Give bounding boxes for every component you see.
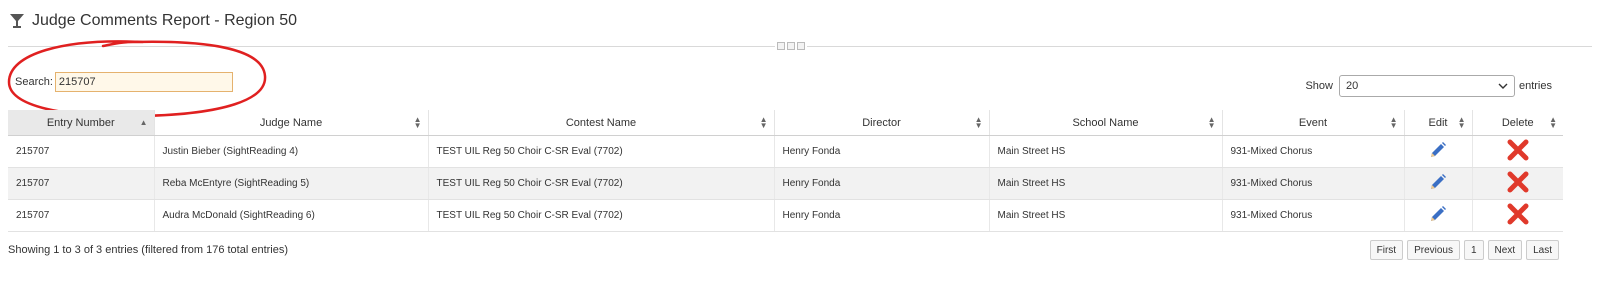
cell-edit [1403,135,1472,168]
cell-edit [1403,199,1472,232]
cell-event: 931-Mixed Chorus [1221,167,1404,200]
cell-delete [1471,167,1563,200]
column-header-delete[interactable]: Delete ▲ ▼ [1471,110,1563,136]
cell-delete [1471,199,1563,232]
table-row: 215707 Reba McEntyre (SightReading 5) TE… [8,167,1563,200]
sort-icon: ▲ ▼ [1207,114,1216,130]
cell-school-name: Main Street HS [988,167,1222,200]
judge-comments-table: Entry Number ▲ Judge Name ▲ ▼ Contest Name ▲… [8,110,1563,232]
delete-x-icon[interactable] [1507,139,1529,161]
table-info: Showing 1 to 3 of 3 entries (filtered fr… [8,244,289,256]
cell-entry-number: 215707 [8,199,154,232]
sort-icon: ▲ ▼ [413,114,422,130]
sort-icon: ▲ ▼ [974,114,983,130]
resize-grip[interactable] [775,41,807,50]
trophy-icon [10,14,24,28]
entries-length-control: Show 20 entries [1305,75,1552,97]
cell-director: Henry Fonda [773,167,989,200]
chevron-down-icon [1498,83,1508,89]
last-page-button[interactable]: Last [1526,240,1559,260]
entries-select[interactable]: 20 [1338,75,1515,97]
table-row: 215707 Justin Bieber (SightReading 4) TE… [8,135,1563,168]
delete-x-icon[interactable] [1507,171,1529,193]
cell-school-name: Main Street HS [988,199,1222,232]
cell-director: Henry Fonda [773,199,989,232]
pagination: First Previous 1 Next Last [1369,240,1559,260]
cell-entry-number: 215707 [8,167,154,200]
search-input[interactable] [54,72,233,92]
cell-director: Henry Fonda [773,135,989,168]
table-row: 215707 Audra McDonald (SightReading 6) T… [8,199,1563,232]
column-header-judge-name[interactable]: Judge Name ▲ ▼ [153,110,428,136]
first-page-button[interactable]: First [1369,240,1404,260]
column-header-contest-name[interactable]: Contest Name ▲ ▼ [427,110,774,136]
delete-x-icon[interactable] [1507,203,1529,225]
cell-judge-name: Audra McDonald (SightReading 6) [153,199,428,232]
sort-icon: ▲ ▼ [1549,114,1557,130]
sort-icon: ▲ ▼ [1457,114,1466,130]
page-title: Judge Comments Report - Region 50 [32,12,298,29]
cell-contest-name: TEST UIL Reg 50 Choir C-SR Eval (7702) [427,167,774,200]
pencil-icon[interactable] [1428,172,1448,192]
pencil-icon[interactable] [1428,204,1448,224]
sort-icon: ▲ ▼ [1389,114,1398,130]
pencil-icon[interactable] [1428,140,1448,160]
column-header-edit[interactable]: Edit ▲ ▼ [1403,110,1472,136]
page-1-button[interactable]: 1 [1463,240,1484,260]
cell-entry-number: 215707 [8,135,154,168]
table-header-row: Entry Number ▲ Judge Name ▲ ▼ Contest Name ▲… [8,110,1563,136]
cell-judge-name: Justin Bieber (SightReading 4) [153,135,428,168]
page-header: Judge Comments Report - Region 50 [8,8,297,34]
cell-contest-name: TEST UIL Reg 50 Choir C-SR Eval (7702) [427,199,774,232]
column-header-school-name[interactable]: School Name ▲ ▼ [988,110,1222,136]
show-label: Show [1305,80,1333,92]
cell-contest-name: TEST UIL Reg 50 Choir C-SR Eval (7702) [427,135,774,168]
cell-delete [1471,135,1563,168]
sort-asc-icon: ▲ [139,117,148,127]
entries-label: entries [1518,80,1552,92]
previous-page-button[interactable]: Previous [1407,240,1460,260]
column-header-entry-number[interactable]: Entry Number ▲ [8,110,154,136]
cell-school-name: Main Street HS [988,135,1222,168]
column-header-event[interactable]: Event ▲ ▼ [1221,110,1404,136]
cell-edit [1403,167,1472,200]
column-header-director[interactable]: Director ▲ ▼ [773,110,989,136]
search-label: Search: [15,76,53,88]
next-page-button[interactable]: Next [1487,240,1523,260]
cell-event: 931-Mixed Chorus [1221,199,1404,232]
cell-event: 931-Mixed Chorus [1221,135,1404,168]
entries-select-value: 20 [1345,80,1359,92]
cell-judge-name: Reba McEntyre (SightReading 5) [153,167,428,200]
sort-icon: ▲ ▼ [759,114,768,130]
search-filter: Search: [15,72,233,92]
